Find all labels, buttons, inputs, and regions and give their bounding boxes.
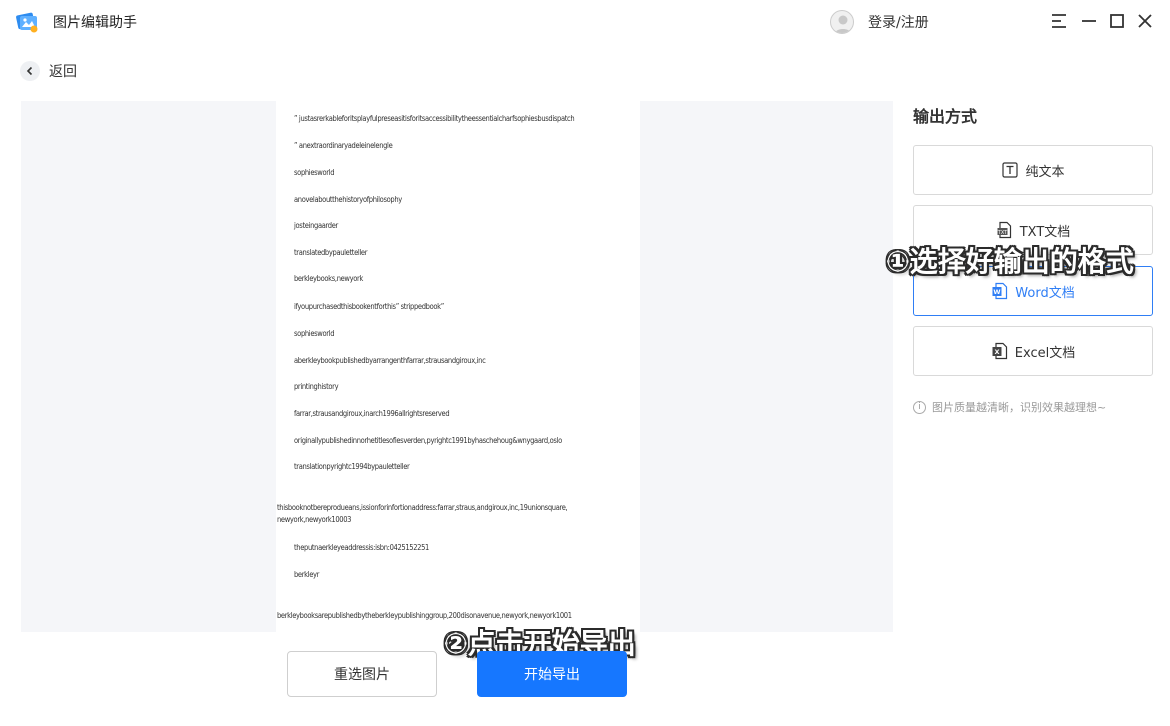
output-option-plain-text[interactable]: 纯文本 — [913, 145, 1153, 195]
word-file-icon: W — [991, 282, 1009, 300]
annotation-step1: ①选择好输出的格式 — [886, 245, 1134, 278]
doc-line: aberkleybookpublishedbyarrangenthfarrar,… — [294, 356, 486, 365]
text-icon — [1001, 161, 1019, 179]
image-preview: ” justasrerkableforitsplayfulpreseasitis… — [21, 101, 893, 632]
svg-text:W: W — [994, 288, 1001, 296]
doc-line: theputnaerkleyeaddressis:isbn:0425152251 — [294, 543, 430, 552]
doc-line: berkleybooksarepublishedbytheberkleypubl… — [277, 611, 572, 620]
output-method-title: 输出方式 — [913, 107, 978, 126]
doc-line: thisbooknotbereprodueans,issionforinfort… — [277, 503, 568, 524]
back-button[interactable]: 返回 — [20, 60, 77, 82]
back-label: 返回 — [49, 64, 77, 80]
doc-line: originallypublishedinnorhetitlesofiesver… — [294, 436, 562, 445]
doc-line: ” anextraordinaryadeleinelengle — [294, 141, 393, 150]
svg-text:TXT: TXT — [996, 230, 1007, 236]
doc-line: ” justasrerkableforitsplayfulpreseasitis… — [294, 114, 575, 123]
doc-line: sophiesworld — [294, 168, 335, 177]
doc-line: translatedbypauletteller — [294, 248, 368, 257]
doc-line: sophiesworld — [294, 329, 335, 338]
info-icon: i — [913, 400, 926, 414]
svg-text:X: X — [994, 348, 999, 356]
doc-line: farrar,strausandgiroux,inarch1996allrigh… — [294, 409, 450, 418]
quality-tip-text: 图片质量越清晰，识别效果越理想~ — [932, 401, 1107, 414]
doc-line: berkleyr — [294, 570, 320, 579]
menu-icon[interactable] — [1048, 10, 1070, 32]
doc-line: berkleybooks,newyork — [294, 274, 363, 283]
login-register-link[interactable]: 登录/注册 — [868, 12, 929, 32]
option-label: Word文档 — [1015, 285, 1075, 301]
txt-file-icon: TXT — [996, 221, 1014, 239]
close-icon[interactable] — [1134, 10, 1156, 32]
doc-line: josteingaarder — [294, 221, 338, 230]
document-page: ” justasrerkableforitsplayfulpreseasitis… — [276, 101, 640, 632]
option-label: TXT文档 — [1019, 224, 1071, 240]
doc-line: ifyoupurchasedthisbookentforthis” stripp… — [294, 302, 444, 311]
title-bar: 图片编辑助手 登录/注册 — [0, 0, 1170, 44]
output-option-excel[interactable]: X Excel文档 — [913, 326, 1153, 376]
minimize-icon[interactable] — [1078, 10, 1100, 32]
option-label: 纯文本 — [1025, 164, 1065, 180]
maximize-icon[interactable] — [1106, 10, 1128, 32]
doc-line: printinghistory — [294, 382, 339, 391]
app-logo-icon — [14, 8, 40, 34]
app-title: 图片编辑助手 — [53, 15, 137, 31]
reselect-image-button[interactable]: 重选图片 — [287, 651, 437, 697]
excel-file-icon: X — [991, 342, 1009, 360]
avatar[interactable] — [830, 10, 854, 34]
option-label: Excel文档 — [1014, 345, 1076, 361]
quality-tip: i 图片质量越清晰，识别效果越理想~ — [913, 399, 1106, 415]
doc-line: translationpyrightc1994bypauletteller — [294, 462, 410, 471]
start-export-button[interactable]: 开始导出 — [477, 651, 627, 697]
doc-line: anovelaboutthehistoryofphilosophy — [294, 195, 402, 204]
chevron-left-icon — [20, 61, 40, 81]
